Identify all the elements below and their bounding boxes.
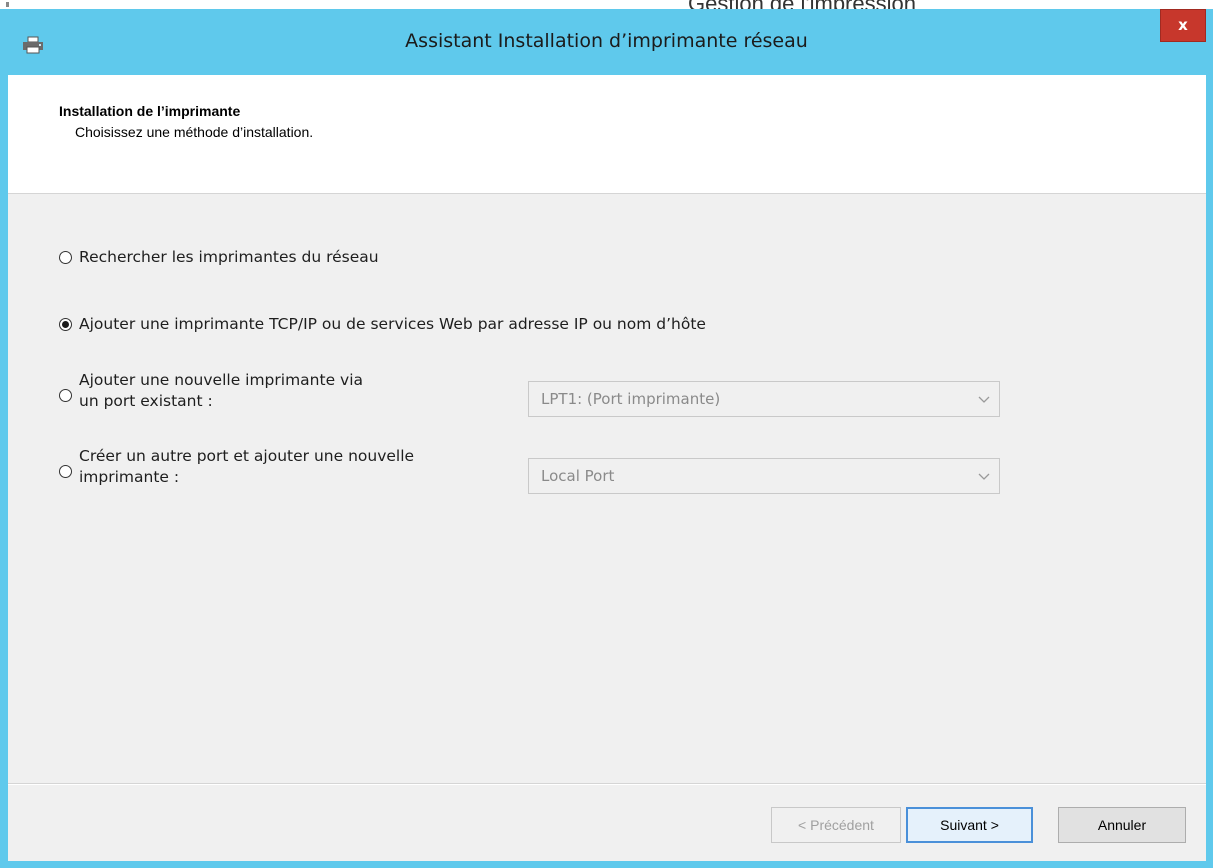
existing-port-select[interactable]: LPT1: (Port imprimante) <box>528 381 1000 417</box>
printer-wizard-dialog: Assistant Installation d’imprimante rése… <box>0 9 1213 868</box>
port-type-select[interactable]: Local Port <box>528 458 1000 494</box>
screen: Gestion de l'impression Assistant Instal… <box>0 0 1213 868</box>
title-bar[interactable]: Assistant Installation d’imprimante rése… <box>0 9 1213 75</box>
option-search-network-label[interactable]: Rechercher les imprimantes du réseau <box>79 247 379 267</box>
option-existing-port-label-line2[interactable]: un port existant : <box>79 391 213 411</box>
dialog-title: Assistant Installation d’imprimante rése… <box>405 30 808 52</box>
next-button[interactable]: Suivant > <box>906 807 1033 843</box>
dialog-client-area: Installation de l’imprimante Choisissez … <box>8 75 1206 861</box>
option-create-port-label-line1[interactable]: Créer un autre port et ajouter une nouve… <box>79 446 414 466</box>
port-type-select-value: Local Port <box>541 467 615 485</box>
radio-existing-port[interactable] <box>59 389 72 402</box>
radio-search-network[interactable] <box>59 251 72 264</box>
radio-tcpip[interactable] <box>59 318 72 331</box>
background-window-icon <box>6 2 9 7</box>
wizard-step-subtitle: Choisissez une méthode d’installation. <box>75 124 314 140</box>
back-button[interactable]: < Précédent <box>771 807 901 843</box>
existing-port-select-value: LPT1: (Port imprimante) <box>541 390 721 408</box>
close-button[interactable]: x <box>1160 9 1206 42</box>
wizard-step-title: Installation de l’imprimante <box>59 103 241 119</box>
option-existing-port-label-line1[interactable]: Ajouter une nouvelle imprimante via <box>79 370 363 390</box>
radio-create-port[interactable] <box>59 465 72 478</box>
option-create-port-label-line2[interactable]: imprimante : <box>79 467 179 487</box>
wizard-header: Installation de l’imprimante Choisissez … <box>8 75 1206 194</box>
footer-divider-highlight <box>8 784 1206 785</box>
cancel-button[interactable]: Annuler <box>1058 807 1186 843</box>
option-tcpip-label[interactable]: Ajouter une imprimante TCP/IP ou de serv… <box>79 314 706 334</box>
chevron-down-icon <box>978 396 990 403</box>
chevron-down-icon <box>978 473 990 480</box>
